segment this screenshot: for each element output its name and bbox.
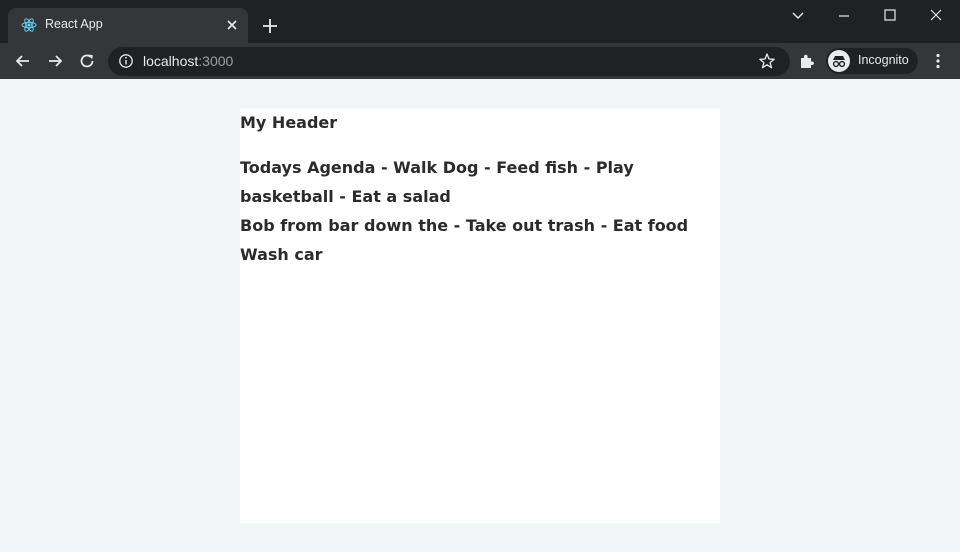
incognito-icon xyxy=(828,50,850,72)
new-tab-icon[interactable] xyxy=(260,16,280,36)
back-arrow-icon[interactable] xyxy=(13,51,33,71)
maximize-icon[interactable] xyxy=(878,6,902,26)
incognito-label: Incognito xyxy=(858,53,909,67)
forward-arrow-icon[interactable] xyxy=(45,51,65,71)
agenda-line: Todays Agenda - Walk Dog - Feed fish - P… xyxy=(240,158,634,206)
reload-icon[interactable] xyxy=(77,51,97,71)
menu-kebab-icon[interactable] xyxy=(928,51,948,71)
page-viewport: My Header Todays Agenda - Walk Dog - Fee… xyxy=(0,79,960,552)
browser-toolbar: localhost:3000 Incognito xyxy=(0,43,960,79)
url-port: :3000 xyxy=(198,53,234,69)
tab-search-chevron-icon[interactable] xyxy=(786,6,810,26)
close-tab-icon[interactable] xyxy=(224,17,240,33)
react-favicon-icon xyxy=(21,18,37,32)
url-host: localhost xyxy=(143,53,199,69)
close-window-icon[interactable] xyxy=(924,6,948,26)
tab-strip: React App xyxy=(0,0,960,43)
tab-title: React App xyxy=(45,17,103,31)
bookmark-star-icon[interactable] xyxy=(758,52,776,70)
page-header: My Header xyxy=(240,113,338,132)
site-info-icon[interactable] xyxy=(118,53,134,69)
url-text: localhost:3000 xyxy=(143,53,233,69)
address-bar[interactable]: localhost:3000 xyxy=(108,47,790,76)
tab-react-app[interactable]: React App xyxy=(8,8,248,43)
agenda-line: Wash car xyxy=(240,245,323,264)
app-container: My Header Todays Agenda - Walk Dog - Fee… xyxy=(240,109,720,523)
extensions-puzzle-icon[interactable] xyxy=(797,51,817,71)
minimize-icon[interactable] xyxy=(832,6,856,26)
incognito-glyph-icon xyxy=(832,56,846,68)
agenda-line: Bob from bar down the - Take out trash -… xyxy=(240,216,689,235)
incognito-profile-button[interactable]: Incognito xyxy=(826,48,918,74)
agenda-list: Todays Agenda - Walk Dog - Feed fish - P… xyxy=(240,153,720,269)
